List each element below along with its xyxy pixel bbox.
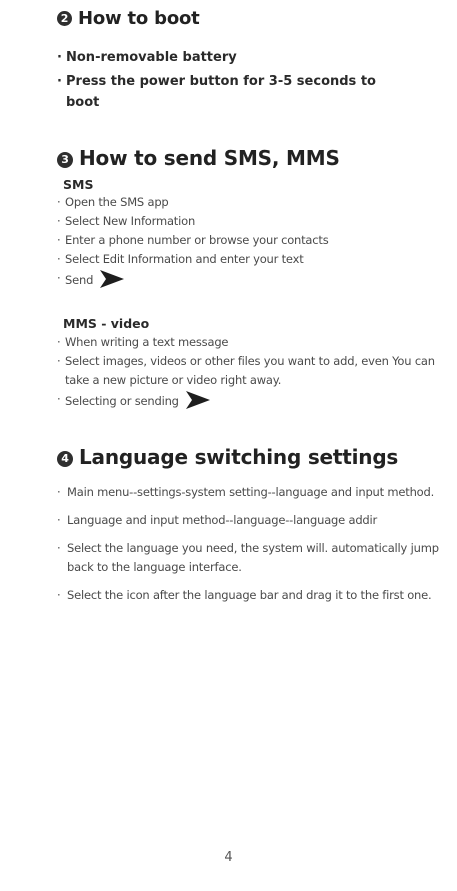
- section-title-text: How to boot: [78, 8, 200, 29]
- section-title-sms: 3 How to send SMS, MMS: [57, 146, 340, 170]
- list-item: Main menu--settings-system setting--lang…: [57, 483, 442, 502]
- list-item: Select Edit Information and enter your t…: [57, 250, 449, 269]
- section-title-text: Language switching settings: [79, 445, 399, 469]
- section-title-text: How to send SMS, MMS: [79, 146, 340, 170]
- boot-steps-list: Non-removable battery Press the power bu…: [57, 47, 397, 113]
- list-item-send: Send: [57, 269, 449, 290]
- mms-steps-list: When writing a text message Select image…: [57, 333, 449, 411]
- list-item: Non-removable battery: [57, 47, 397, 68]
- list-item-text: Selecting or sending: [65, 394, 179, 408]
- section-title-boot: 2 How to boot: [57, 8, 200, 29]
- section-title-language: 4 Language switching settings: [57, 445, 398, 469]
- mms-subheading: MMS - video: [63, 316, 150, 331]
- language-steps-list: Main menu--settings-system setting--lang…: [57, 483, 442, 605]
- list-item: Enter a phone number or browse your cont…: [57, 231, 449, 250]
- section-number-badge: 4: [57, 451, 73, 467]
- sms-steps-list: Open the SMS app Select New Information …: [57, 193, 449, 290]
- list-item: Select the icon after the language bar a…: [57, 586, 442, 605]
- list-item-send: Selecting or sending: [57, 390, 449, 411]
- list-item: Open the SMS app: [57, 193, 449, 212]
- list-item: Select images, videos or other files you…: [57, 352, 449, 390]
- list-item-text: Send: [65, 273, 94, 287]
- list-item: When writing a text message: [57, 333, 449, 352]
- send-arrow-icon: [185, 391, 210, 409]
- sms-subheading: SMS: [63, 177, 94, 192]
- list-item: Select New Information: [57, 212, 449, 231]
- manual-page: 2 How to boot Non-removable battery Press…: [0, 0, 457, 891]
- page-number: 4: [224, 850, 233, 865]
- send-arrow-icon: [100, 270, 125, 288]
- list-item: Select the language you need, the system…: [57, 539, 442, 577]
- list-item: Language and input method--language--lan…: [57, 511, 442, 530]
- section-number-badge: 2: [57, 11, 72, 26]
- section-number-badge: 3: [57, 152, 73, 168]
- list-item: Press the power button for 3-5 seconds t…: [57, 71, 397, 113]
